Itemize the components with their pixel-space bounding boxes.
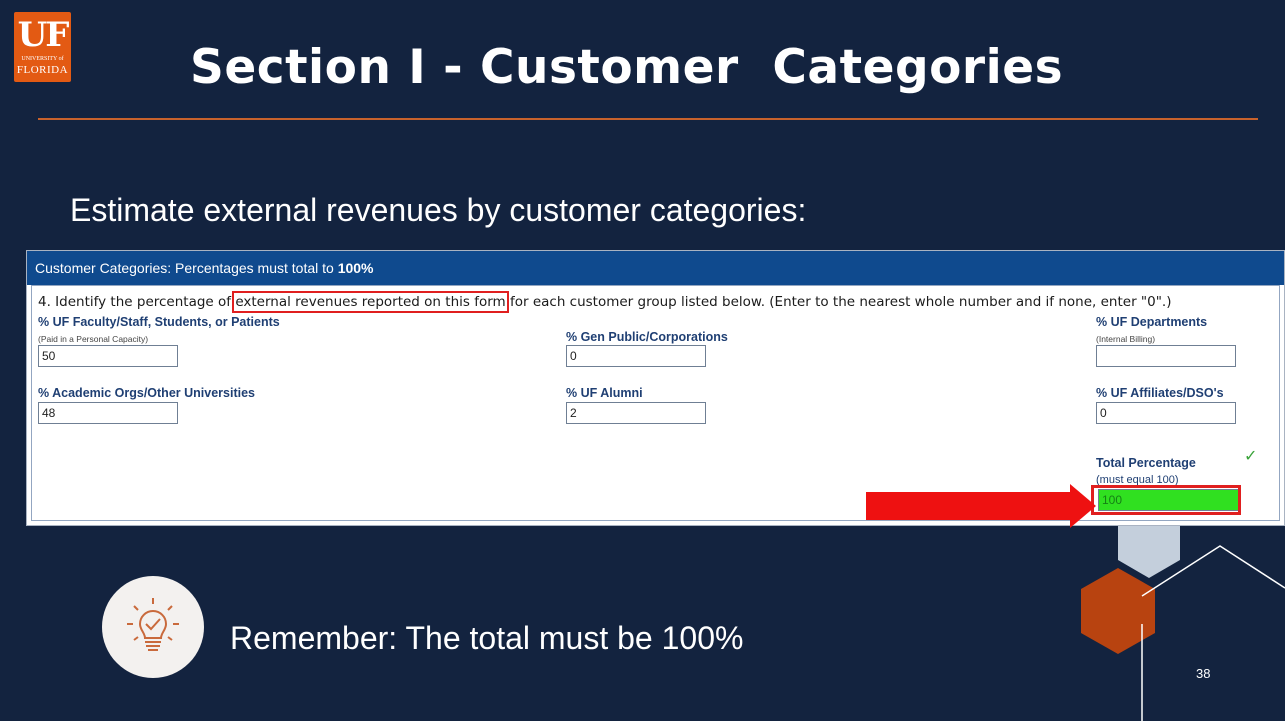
gray-hexagon-icon [1118,526,1180,578]
slide: UF UNIVERSITY of FLORIDA Section I - Cus… [0,0,1285,721]
lightbulb-icon [102,576,204,678]
reminder-body: The total must be 100% [397,620,744,656]
reminder-bold: Remember: [230,620,398,656]
reminder-text: Remember: The total must be 100% [230,620,743,657]
page-number: 38 [1196,666,1211,681]
orange-hexagon-icon [1081,568,1155,654]
